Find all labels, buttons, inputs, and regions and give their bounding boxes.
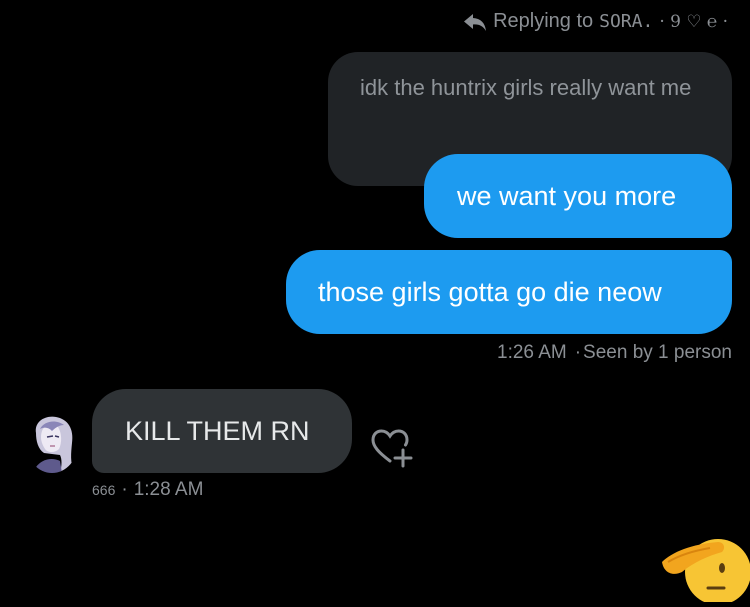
outgoing-message-text: those girls gotta go die neow bbox=[318, 276, 662, 307]
outgoing-message-bubble[interactable]: those girls gotta go die neow bbox=[286, 250, 732, 334]
add-reaction-button[interactable] bbox=[370, 428, 414, 473]
reply-arrow-icon bbox=[463, 12, 487, 32]
incoming-timestamp: 1:28 AM bbox=[133, 479, 204, 500]
saluting-face-emoji bbox=[658, 532, 750, 607]
incoming-message-bubble[interactable]: KILL THEM RN bbox=[92, 389, 352, 473]
incoming-message-text: KILL THEM RN bbox=[125, 415, 310, 446]
incoming-message-meta: 666 · 1:28 AM bbox=[92, 479, 203, 501]
quoted-message-text: idk the huntrix girls really want me bbox=[360, 75, 692, 100]
replied-user-suffix: · 9 ♡ ℮ · bbox=[659, 11, 728, 32]
replied-user-name[interactable]: SORA. bbox=[599, 11, 653, 32]
sender-avatar[interactable] bbox=[26, 413, 78, 473]
outgoing-timestamp: 1:26 AM bbox=[497, 342, 567, 363]
sender-count: 666 bbox=[92, 482, 116, 498]
outgoing-message-meta: 1:26 AM · Seen by 1 person bbox=[497, 342, 732, 364]
separator-dot: · bbox=[121, 479, 128, 500]
replying-to-label: Replying to bbox=[493, 10, 594, 32]
add-reaction-heart-icon bbox=[371, 429, 413, 468]
outgoing-message-bubble[interactable]: we want you more bbox=[424, 154, 732, 238]
outgoing-message-text: we want you more bbox=[457, 180, 677, 211]
replying-to-header[interactable]: Replying to SORA. · 9 ♡ ℮ · bbox=[463, 10, 728, 33]
seen-status: Seen by 1 person bbox=[583, 342, 732, 363]
separator-dot: · bbox=[574, 342, 582, 363]
